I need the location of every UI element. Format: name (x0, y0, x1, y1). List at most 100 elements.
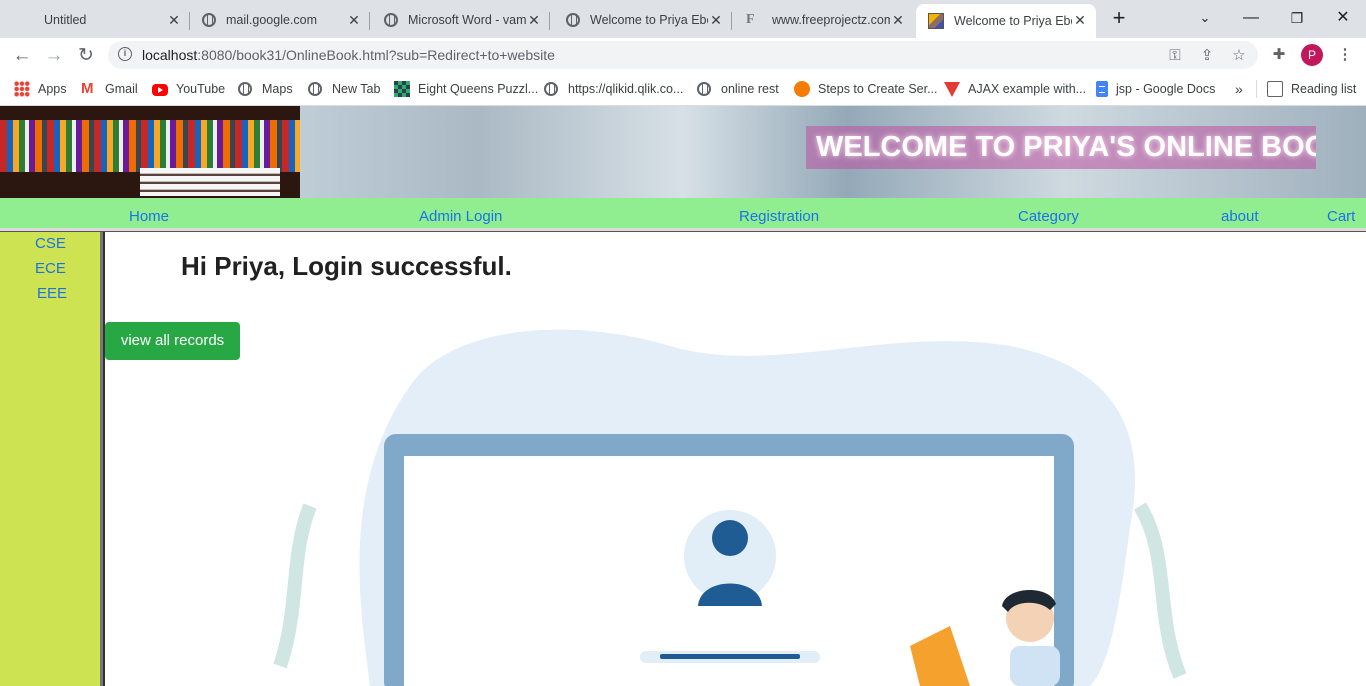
sidebar-item-eee[interactable]: EEE (37, 285, 67, 302)
apps-grid-icon (14, 81, 30, 97)
bookmark-label: Eight Queens Puzzl... (418, 82, 539, 96)
restore-icon[interactable]: ❐ (1274, 0, 1320, 36)
sidebar-item-cse[interactable]: CSE (35, 235, 66, 252)
bookmark-youtube[interactable]: YouTube (152, 80, 225, 98)
globe-icon (544, 82, 558, 96)
books-row (0, 120, 300, 172)
bookmark-label: Steps to Create Ser... (818, 82, 938, 96)
tab-welcome-priya[interactable]: Welcome to Priya Ebo ✕ (554, 4, 732, 36)
close-window-icon[interactable]: ✕ (1320, 0, 1366, 36)
reading-list-label: Reading list (1291, 82, 1357, 96)
plant-leaf-right (1133, 502, 1187, 679)
tab-gmail[interactable]: mail.google.com ✕ (192, 4, 370, 36)
tab-title: Untitled (44, 13, 87, 27)
new-tab-icon[interactable]: + (1100, 0, 1138, 36)
tab-welcome-priya-active[interactable]: Welcome to Priya Ebo ✕ (916, 4, 1096, 38)
extensions-puzzle-icon[interactable]: ✚ (1268, 44, 1290, 66)
tab-word[interactable]: Microsoft Word - vam ✕ (372, 4, 550, 36)
menu-about-link[interactable]: about (1221, 208, 1259, 225)
url-text[interactable]: localhost:8080/book31/OnlineBook.html?su… (142, 47, 555, 63)
login-illustration (273, 329, 1187, 686)
gmail-icon: M (81, 80, 94, 97)
browser-toolbar: ← → ↻ i localhost:8080/book31/OnlineBook… (0, 38, 1366, 73)
profile-avatar[interactable]: P (1301, 44, 1323, 66)
reload-icon[interactable]: ↻ (72, 42, 100, 70)
address-bar[interactable]: i localhost:8080/book31/OnlineBook.html?… (108, 41, 1258, 69)
menu-category-link[interactable]: Category (1018, 208, 1079, 225)
bookmark-label: online rest (721, 82, 779, 96)
view-all-records-button[interactable]: view all records (105, 322, 240, 360)
close-tab-icon[interactable]: ✕ (890, 12, 906, 28)
tab-untitled[interactable]: Untitled ✕ (12, 4, 190, 36)
bookmark-label: Maps (262, 82, 293, 96)
tab-search-chevron-icon[interactable]: ⌄ (1182, 0, 1228, 36)
globe-icon (384, 13, 398, 27)
minimize-icon[interactable]: — (1228, 0, 1274, 36)
bookshelf-image (0, 106, 300, 198)
close-tab-icon[interactable]: ✕ (166, 12, 182, 28)
close-tab-icon[interactable]: ✕ (708, 12, 724, 28)
tab-title: Welcome to Priya Ebo (954, 14, 1072, 28)
close-tab-icon[interactable]: ✕ (346, 12, 362, 28)
close-tab-icon[interactable]: ✕ (526, 12, 542, 28)
site-info-icon[interactable]: i (118, 47, 132, 61)
bookmark-maps[interactable]: Maps (238, 80, 293, 98)
bookmark-qlik[interactable]: https://qlikid.qlik.co... (544, 80, 683, 98)
globe-icon (697, 82, 711, 96)
menu-cart-link[interactable]: Cart (1327, 208, 1355, 225)
bookmark-divider (1256, 80, 1257, 98)
content-border (103, 232, 105, 686)
bookmark-label: Apps (38, 82, 67, 96)
key-icon[interactable]: ⚿ (1164, 45, 1186, 67)
reading-list[interactable]: Reading list (1267, 80, 1356, 98)
close-tab-icon[interactable]: ✕ (1072, 12, 1088, 28)
bookmark-ajax[interactable]: AJAX example with... (944, 80, 1086, 98)
site-banner: WELCOME TO PRIYA'S ONLINE BOOK (0, 106, 1366, 198)
login-success-heading: Hi Priya, Login successful. (181, 251, 512, 281)
bookmark-label: YouTube (176, 82, 226, 96)
menu-registration-link[interactable]: Registration (739, 208, 819, 225)
bookmarks-bar: Apps M Gmail YouTube Maps New Tab Eight Q… (0, 73, 1366, 106)
steps-icon (794, 81, 810, 97)
bookmark-apps[interactable]: Apps (14, 80, 67, 98)
menu-home-link[interactable]: Home (129, 208, 169, 225)
f-logo-icon: F (746, 12, 755, 27)
site-menu-bar: Home Admin Login Registration Category a… (0, 198, 1366, 228)
bookmark-gmail[interactable]: M Gmail (81, 80, 138, 98)
share-icon[interactable]: ⇪ (1196, 45, 1218, 67)
forward-arrow-icon[interactable]: → (40, 42, 68, 70)
url-host: localhost (142, 47, 198, 63)
ajax-icon (944, 81, 960, 97)
bookmark-label: jsp - Google Docs (1116, 82, 1216, 96)
bookmark-jsp-docs[interactable]: jsp - Google Docs (1094, 80, 1215, 98)
book-stack (140, 168, 280, 196)
book-icon (928, 13, 944, 29)
banner-title: WELCOME TO PRIYA'S ONLINE BOOK (806, 126, 1316, 169)
tab-separator (549, 12, 550, 30)
chessboard-icon (394, 81, 410, 97)
bookmark-star-icon[interactable]: ☆ (1228, 45, 1250, 67)
bookmark-label: AJAX example with... (968, 82, 1087, 96)
user-head (712, 520, 748, 556)
web-page: WELCOME TO PRIYA'S ONLINE BOOK Home Admi… (0, 106, 1366, 686)
tab-title: mail.google.com (226, 13, 318, 27)
bookmark-eight-queens[interactable]: Eight Queens Puzzl... (394, 80, 538, 98)
back-arrow-icon[interactable]: ← (8, 42, 36, 70)
menu-divider (0, 228, 1366, 232)
browser-menu-icon[interactable]: ⋮ (1334, 44, 1356, 66)
bookmark-online-rest[interactable]: online rest (697, 80, 779, 98)
more-bookmarks-icon[interactable]: » (1235, 80, 1243, 98)
globe-icon (238, 82, 252, 96)
menu-admin-login-link[interactable]: Admin Login (419, 208, 502, 225)
reading-list-icon (1267, 81, 1283, 97)
bookmark-new-tab[interactable]: New Tab (308, 80, 380, 98)
tab-freeprojectz[interactable]: F www.freeprojectz.com ✕ (734, 4, 914, 36)
bookmark-label: New Tab (332, 82, 381, 96)
tab-separator (189, 12, 190, 30)
browser-tab-strip: Untitled ✕ mail.google.com ✕ Microsoft W… (0, 0, 1366, 38)
bookmark-label: Gmail (105, 82, 138, 96)
globe-icon (202, 13, 216, 27)
sidebar-item-ece[interactable]: ECE (35, 260, 66, 277)
bookmark-steps[interactable]: Steps to Create Ser... (794, 80, 938, 98)
globe-icon (308, 82, 322, 96)
